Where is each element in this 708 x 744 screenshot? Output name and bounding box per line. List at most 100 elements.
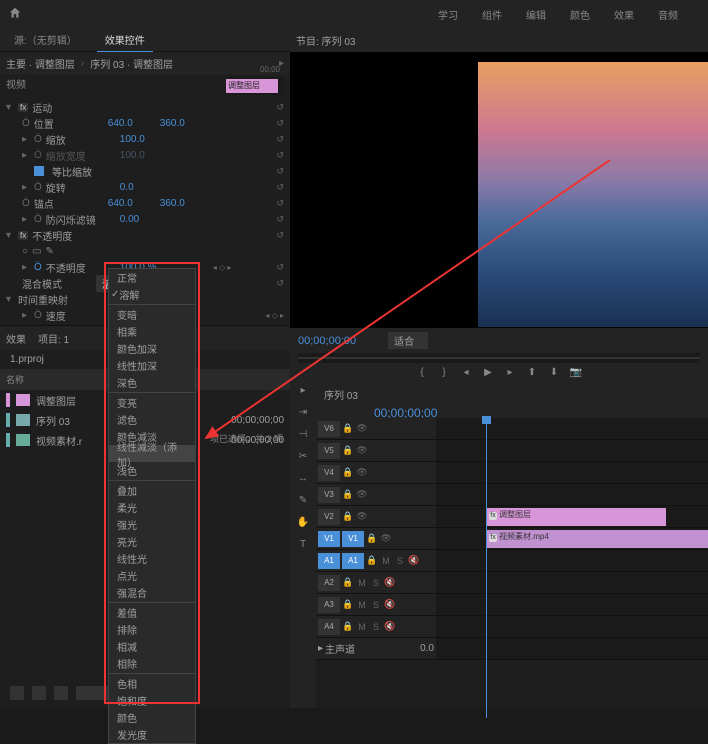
blend-option[interactable]: 线性光 xyxy=(109,550,195,567)
disclosure-icon[interactable]: ▸ xyxy=(22,182,30,193)
clip-adjustment[interactable]: fx调整图层 xyxy=(486,508,666,526)
scale-value[interactable]: 100.0 xyxy=(120,134,168,145)
eye-icon[interactable]: 👁 xyxy=(380,533,392,544)
blend-option[interactable]: 差值 xyxy=(109,604,195,621)
disclosure-icon[interactable]: ▸ xyxy=(22,262,30,273)
video-track[interactable]: V4🔒👁 xyxy=(316,462,708,484)
freeform-icon[interactable] xyxy=(54,686,68,700)
antiflicker-value[interactable]: 0.00 xyxy=(120,214,168,225)
thumb-view-icon[interactable] xyxy=(32,686,46,700)
eye-icon[interactable]: 👁 xyxy=(356,489,368,500)
disclosure-icon[interactable]: ▸ xyxy=(22,134,30,145)
prop-motion[interactable]: 运动 xyxy=(32,100,102,115)
blend-option[interactable]: 相除 xyxy=(109,655,195,672)
video-track[interactable]: V6🔒👁 xyxy=(316,418,708,440)
stopwatch-icon[interactable]: Ö xyxy=(34,214,42,225)
reset-icon[interactable]: ↺ xyxy=(276,214,284,225)
video-track[interactable]: V1V1🔒👁fx视频素材.mp4 xyxy=(316,528,708,550)
reset-icon[interactable]: ↺ xyxy=(276,102,284,113)
keyframe-nav[interactable]: ◂ ◇ ▸ xyxy=(265,311,284,320)
track-select-icon[interactable]: ⇥ xyxy=(294,404,312,422)
blend-option[interactable]: 饱和度 xyxy=(109,692,195,709)
stopwatch-icon[interactable]: Ö xyxy=(34,310,42,321)
blend-option[interactable]: 颜色加深 xyxy=(109,340,195,357)
reset-icon[interactable]: ↺ xyxy=(276,278,284,289)
blend-option[interactable]: 正常 xyxy=(109,269,195,286)
uniform-scale-checkbox[interactable] xyxy=(34,166,44,176)
lock-icon[interactable]: 🔒 xyxy=(342,445,354,456)
stopwatch-icon[interactable]: Ö xyxy=(34,262,42,273)
lock-icon[interactable]: 🔒 xyxy=(342,599,354,610)
program-timecode[interactable]: 00;00;00;00 xyxy=(298,335,356,347)
eye-icon[interactable]: 👁 xyxy=(356,511,368,522)
ripple-edit-icon[interactable]: ⊣ xyxy=(294,426,312,444)
menu-effects[interactable]: 效果 xyxy=(614,7,634,22)
video-track[interactable]: V3🔒👁 xyxy=(316,484,708,506)
hand-icon[interactable]: ✋ xyxy=(294,514,312,532)
blend-option[interactable]: 线性加深 xyxy=(109,357,195,374)
tab-source[interactable]: 源:（无剪辑） xyxy=(6,28,85,51)
mute-icon[interactable]: 🔇 xyxy=(384,599,396,610)
blend-option[interactable]: 线性减淡（添加） xyxy=(109,445,195,462)
blend-option[interactable]: 强光 xyxy=(109,516,195,533)
blend-option[interactable]: 强混合 xyxy=(109,584,195,601)
stopwatch-icon[interactable]: Ö xyxy=(34,134,42,145)
reset-icon[interactable]: ↺ xyxy=(276,262,284,273)
blend-option[interactable]: 变暗 xyxy=(109,306,195,323)
eye-icon[interactable]: 👁 xyxy=(356,467,368,478)
stopwatch-icon[interactable]: Ö xyxy=(22,118,30,129)
blend-option[interactable]: 颜色 xyxy=(109,709,195,726)
home-icon[interactable] xyxy=(8,6,22,20)
mask-pen-icon[interactable]: ✎ xyxy=(46,246,54,257)
mute-icon[interactable]: 🔇 xyxy=(384,577,396,588)
program-scrubber[interactable] xyxy=(298,353,700,363)
menu-assembly[interactable]: 组件 xyxy=(482,7,502,22)
keyframe-nav[interactable]: ◂ ◇ ▸ xyxy=(213,263,232,272)
anchor-x[interactable]: 640.0 xyxy=(108,198,156,209)
tab-effect-controls[interactable]: 效果控件 xyxy=(97,28,153,52)
stopwatch-icon[interactable]: Ö xyxy=(22,198,30,209)
razor-icon[interactable]: ✂ xyxy=(294,448,312,466)
blend-option[interactable]: 滤色 xyxy=(109,411,195,428)
menu-color[interactable]: 颜色 xyxy=(570,7,590,22)
playhead[interactable] xyxy=(486,418,487,718)
disclosure-icon[interactable]: ▸ xyxy=(22,150,30,161)
disclosure-icon[interactable]: ▸ xyxy=(22,214,30,225)
tab-program[interactable]: 节目: 序列 03 xyxy=(296,33,355,48)
audio-track[interactable]: A4🔒MS🔇 xyxy=(316,616,708,638)
list-view-icon[interactable] xyxy=(10,686,24,700)
reset-icon[interactable]: ↺ xyxy=(276,198,284,209)
audio-track[interactable]: A3🔒MS🔇 xyxy=(316,594,708,616)
video-track[interactable]: V2🔒👁fx调整图层 xyxy=(316,506,708,528)
video-track[interactable]: V5🔒👁 xyxy=(316,440,708,462)
blend-option[interactable]: 变亮 xyxy=(109,394,195,411)
blend-option[interactable]: 色相 xyxy=(109,675,195,692)
blend-option[interactable]: 发光度 xyxy=(109,726,195,743)
prop-timeremap[interactable]: 时间重映射 xyxy=(18,292,88,307)
lock-icon[interactable]: 🔒 xyxy=(342,621,354,632)
blend-option[interactable]: 点光 xyxy=(109,567,195,584)
tab-project-panel[interactable]: 项目: 1 xyxy=(38,331,69,346)
blend-option[interactable]: ✓ 溶解 xyxy=(109,286,195,303)
lock-icon[interactable]: 🔒 xyxy=(342,511,354,522)
eye-icon[interactable]: 👁 xyxy=(356,445,368,456)
blend-option[interactable]: 相减 xyxy=(109,638,195,655)
rotation-value[interactable]: 0.0 xyxy=(120,182,168,193)
lock-icon[interactable]: 🔒 xyxy=(366,555,378,566)
blend-option[interactable]: 柔光 xyxy=(109,499,195,516)
slip-icon[interactable]: ↔ xyxy=(294,470,312,488)
disclosure-icon[interactable]: ▾ xyxy=(6,294,14,305)
pen-icon[interactable]: ✎ xyxy=(294,492,312,510)
prop-opacity-group[interactable]: 不透明度 xyxy=(32,228,102,243)
audio-track[interactable]: A1A1🔒MS🔇 xyxy=(316,550,708,572)
menu-edit[interactable]: 编辑 xyxy=(526,7,546,22)
mute-icon[interactable]: 🔇 xyxy=(408,555,420,566)
disclosure-icon[interactable]: ▾ xyxy=(6,102,14,113)
menu-learn[interactable]: 学习 xyxy=(438,7,458,22)
lock-icon[interactable]: 🔒 xyxy=(342,577,354,588)
blend-option[interactable]: 排除 xyxy=(109,621,195,638)
audio-track[interactable]: A2🔒MS🔇 xyxy=(316,572,708,594)
lock-icon[interactable]: 🔒 xyxy=(342,467,354,478)
blend-option[interactable]: 叠加 xyxy=(109,482,195,499)
type-icon[interactable]: T xyxy=(294,536,312,554)
